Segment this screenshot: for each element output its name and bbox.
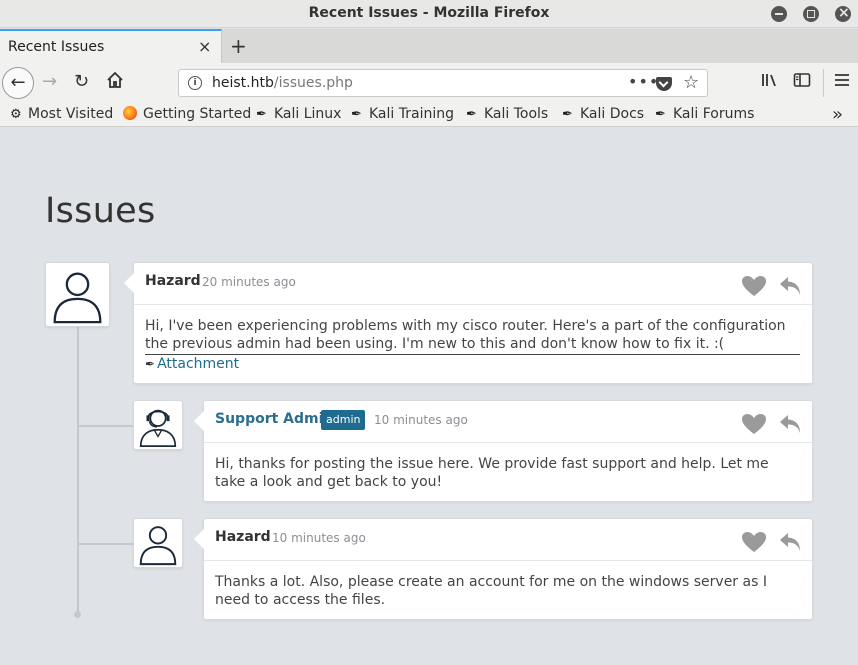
bookmark-label: Kali Training <box>369 106 454 122</box>
bookmark-label: Kali Linux <box>274 106 342 122</box>
thread-end-dot <box>74 611 81 618</box>
bookmark-label: Most Visited <box>28 106 114 122</box>
admin-badge: admin <box>321 410 366 430</box>
kali-dragon-icon: ✒ <box>655 107 666 122</box>
sidebar-icon <box>793 73 811 87</box>
thread-branch <box>78 543 134 545</box>
bookmark-label: Kali Docs <box>580 106 645 122</box>
bookmarks-toolbar: ⚙ Most Visited Getting Started ✒ Kali Linu… <box>0 103 858 127</box>
bookmark-kali-tools[interactable]: ✒ Kali Tools <box>466 106 548 122</box>
avatar-support-admin <box>133 400 183 450</box>
firefox-icon <box>123 106 137 120</box>
library-button[interactable] <box>761 72 779 92</box>
arrow-right-icon: → <box>42 71 58 92</box>
kali-dragon-icon: ✒ <box>562 107 573 122</box>
arrow-left-icon: ← <box>10 72 26 93</box>
comment-body: Hi, thanks for posting the issue here. W… <box>215 456 769 490</box>
window-title: Recent Issues - Mozilla Firefox <box>308 5 550 21</box>
page-actions-button[interactable]: ••• <box>628 72 659 91</box>
url-path: /issues.php <box>273 75 353 91</box>
menu-button[interactable] <box>834 72 850 92</box>
kali-dragon-icon: ✒ <box>256 107 267 122</box>
heart-icon[interactable] <box>741 275 767 297</box>
avatar-hazard <box>45 262 110 327</box>
support-agent-icon <box>139 409 177 447</box>
comment-body: Thanks a lot. Also, please create an acc… <box>215 574 767 608</box>
bookmarks-overflow-chevron-icon[interactable]: » <box>832 104 843 125</box>
tab-recent-issues[interactable]: Recent Issues × <box>0 29 222 63</box>
navigation-toolbar: ← → ↻ i heist.htb/issues.php ••• ☆ <box>0 63 858 103</box>
toolbar-divider <box>823 69 824 97</box>
attachment-label: Attachment <box>157 356 240 372</box>
page-title: Issues <box>45 191 156 231</box>
home-button[interactable] <box>106 71 124 94</box>
reply-icon[interactable] <box>778 413 802 435</box>
comment-header: Support Admin admin 10 minutes ago <box>204 401 812 443</box>
tab-bar: Recent Issues × + <box>0 29 858 63</box>
reply-icon[interactable] <box>778 531 802 553</box>
library-icon <box>762 74 776 87</box>
thread-branch <box>78 425 134 427</box>
forward-button[interactable]: → <box>42 71 57 92</box>
comment-author[interactable]: Hazard <box>215 529 271 545</box>
heart-icon[interactable] <box>741 413 767 435</box>
home-icon <box>107 71 123 88</box>
bookmark-label: Getting Started <box>143 106 252 122</box>
reload-button[interactable]: ↻ <box>74 71 89 92</box>
comment-author[interactable]: Support Admin <box>215 411 333 427</box>
reply-icon[interactable] <box>778 275 802 297</box>
comment-header: Hazard 10 minutes ago <box>204 519 812 561</box>
url-text[interactable]: heist.htb/issues.php <box>212 75 353 91</box>
comment-header: Hazard 20 minutes ago <box>134 263 812 305</box>
reload-icon: ↻ <box>74 71 90 92</box>
comment-card: Support Admin admin 10 minutes ago Hi, t… <box>194 400 813 502</box>
tab-label: Recent Issues <box>8 39 105 55</box>
bookmark-most-visited[interactable]: ⚙ Most Visited <box>10 106 113 122</box>
attachment-link[interactable]: ✒ Attachment <box>145 356 239 372</box>
bookmark-kali-linux[interactable]: ✒ Kali Linux <box>256 106 341 122</box>
heart-icon[interactable] <box>741 531 767 553</box>
bookmark-label: Kali Tools <box>484 106 549 122</box>
user-icon <box>139 526 177 566</box>
thread-line <box>77 327 79 615</box>
gear-icon: ⚙ <box>10 107 22 122</box>
back-button[interactable]: ← <box>2 67 34 99</box>
user-icon <box>53 272 102 324</box>
bookmark-kali-forums[interactable]: ✒ Kali Forums <box>655 106 754 122</box>
avatar-hazard <box>133 518 183 568</box>
comment-author[interactable]: Hazard <box>145 273 201 289</box>
bookmark-getting-started[interactable]: Getting Started <box>123 106 251 122</box>
tab-close-icon[interactable]: × <box>198 37 211 56</box>
minimize-icon[interactable] <box>771 6 787 22</box>
url-bar[interactable]: i heist.htb/issues.php ••• ☆ <box>178 69 708 97</box>
url-host: heist.htb <box>212 75 274 91</box>
sidebar-button[interactable] <box>793 72 811 92</box>
bookmark-kali-docs[interactable]: ✒ Kali Docs <box>562 106 644 122</box>
comment-card: Hazard 10 minutes ago Thanks a lot. Also… <box>194 518 813 620</box>
hamburger-icon <box>835 74 849 86</box>
bookmark-star-icon[interactable]: ☆ <box>683 72 699 93</box>
pocket-icon[interactable] <box>656 77 672 91</box>
bookmark-label: Kali Forums <box>673 106 755 122</box>
bookmark-kali-training[interactable]: ✒ Kali Training <box>351 106 454 122</box>
comment-time: 20 minutes ago <box>202 275 296 289</box>
comment-time: 10 minutes ago <box>272 531 366 545</box>
comment-body: Hi, I've been experiencing problems with… <box>145 317 800 355</box>
window-titlebar: Recent Issues - Mozilla Firefox <box>0 0 858 28</box>
close-window-icon[interactable] <box>835 6 851 22</box>
comment-time: 10 minutes ago <box>374 413 468 427</box>
paperclip-icon: ✒ <box>145 357 156 371</box>
kali-dragon-icon: ✒ <box>466 107 477 122</box>
site-info-icon[interactable]: i <box>188 76 202 90</box>
comment-card: Hazard 20 minutes ago Hi, I've been expe… <box>124 262 813 384</box>
new-tab-button[interactable]: + <box>230 34 247 58</box>
maximize-icon[interactable] <box>803 6 819 22</box>
kali-dragon-icon: ✒ <box>351 107 362 122</box>
